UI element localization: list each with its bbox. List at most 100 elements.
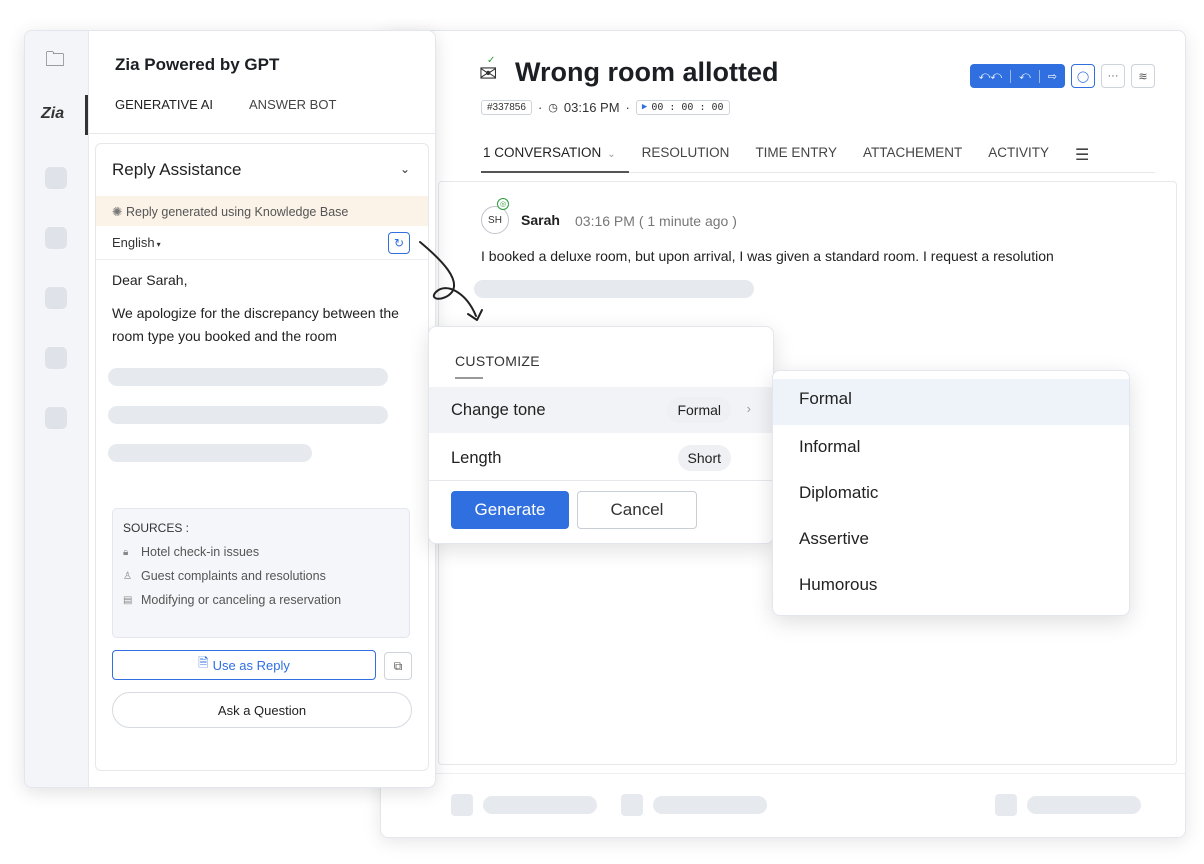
ticket-tabs: 1 CONVERSATION ⌄ RESOLUTION TIME ENTRY AT… xyxy=(481,137,1155,173)
panel-tabs: GENERATIVE AI ANSWER BOT xyxy=(115,97,336,126)
tab-resolution[interactable]: RESOLUTION xyxy=(629,137,743,173)
generate-button[interactable]: Generate xyxy=(451,491,569,529)
meta-separator: · xyxy=(625,99,630,115)
folder-settings-icon[interactable]: 🗀 xyxy=(45,45,65,79)
ticket-id: #337856 xyxy=(481,99,532,115)
source-label: Hotel check-in issues xyxy=(141,545,260,559)
footer-placeholder-icon xyxy=(621,794,643,816)
tab-conversation[interactable]: 1 CONVERSATION ⌄ xyxy=(481,137,629,173)
sources-box: SOURCES : 🔒︎ Hotel check-in issues ♙ Gue… xyxy=(112,508,410,638)
tab-attachment[interactable]: ATTACHEMENT xyxy=(850,137,975,173)
use-as-reply-label: Use as Reply xyxy=(212,657,290,673)
copy-icon[interactable]: ⧉ xyxy=(384,652,412,680)
reply-body: We apologize for the discrepancy between… xyxy=(112,305,399,344)
document-icon: 🗎 xyxy=(198,655,209,670)
tab-conversation-label: 1 CONVERSATION xyxy=(483,145,602,160)
chevron-right-icon: › xyxy=(746,401,751,416)
footer-placeholder xyxy=(653,796,767,814)
play-icon[interactable]: ▶ xyxy=(642,102,647,112)
calendar-icon: ▤ xyxy=(123,594,133,606)
ticket-title: Wrong room allotted xyxy=(515,57,779,87)
tab-generative-ai[interactable]: GENERATIVE AI xyxy=(115,97,213,126)
message-text: I booked a deluxe room, but upon arrival… xyxy=(481,248,1054,264)
lock-icon: 🔒︎ xyxy=(123,546,129,558)
customize-title: CUSTOMIZE xyxy=(455,353,540,369)
change-tone-label: Change tone xyxy=(451,401,546,419)
user-icon: ♙ xyxy=(123,570,132,582)
avatar: SH xyxy=(481,206,509,234)
length-label: Length xyxy=(451,449,502,467)
message-placeholder xyxy=(474,280,754,298)
chevron-down-icon[interactable]: ⌄ xyxy=(400,162,410,176)
sources-title: SOURCES : xyxy=(123,521,190,535)
source-item[interactable]: ▤ Modifying or canceling a reservation xyxy=(123,593,399,607)
timer-value: 00 : 00 : 00 xyxy=(651,101,724,113)
ticket-meta: #337856 · ◷ 03:16 PM · ▶ 00 : 00 : 00 xyxy=(481,97,730,117)
rail-active-marker xyxy=(85,95,88,135)
reply-all-icon[interactable]: ⤺⤺ xyxy=(970,69,1012,83)
reply-greeting: Dear Sarah, xyxy=(112,272,188,288)
source-item[interactable]: ♙ Guest complaints and resolutions xyxy=(123,569,399,583)
cancel-button[interactable]: Cancel xyxy=(577,491,697,529)
rail-placeholder-icon[interactable] xyxy=(45,167,67,189)
rail-placeholder-icon[interactable] xyxy=(45,227,67,249)
length-value-chip: Short xyxy=(677,445,731,471)
footer-placeholder xyxy=(483,796,597,814)
customer-badge-icon: ◎ xyxy=(497,198,509,210)
zia-icon[interactable]: Zia xyxy=(41,105,64,123)
refresh-icon[interactable]: ↻ xyxy=(388,232,410,254)
kb-banner: ✺ Reply generated using Knowledge Base xyxy=(96,196,428,226)
rail-placeholder-icon[interactable] xyxy=(45,287,67,309)
change-tone-row[interactable]: Change tone Formal › xyxy=(429,387,773,433)
tone-dropdown: Formal Informal Diplomatic Assertive Hum… xyxy=(772,370,1130,616)
more-icon[interactable]: ··· xyxy=(1101,64,1125,88)
tab-activity[interactable]: ACTIVITY xyxy=(975,137,1062,173)
tone-option-assertive[interactable]: Assertive xyxy=(773,519,1129,565)
tabs-menu-icon[interactable]: ☰ xyxy=(1062,137,1102,173)
layers-icon[interactable]: ≋ xyxy=(1131,64,1155,88)
rail-placeholder-icon[interactable] xyxy=(45,407,67,429)
language-select[interactable]: English ▾ xyxy=(112,235,161,250)
tone-option-informal[interactable]: Informal xyxy=(773,427,1129,473)
ticket-timer[interactable]: ▶ 00 : 00 : 00 xyxy=(635,99,730,115)
customize-popup: CUSTOMIZE Change tone Formal › Length Sh… xyxy=(428,326,774,544)
zia-panel: 🗀 Zia Zia Powered by GPT GENERATIVE AI A… xyxy=(24,30,436,788)
forward-icon[interactable]: ⇨ xyxy=(1040,70,1065,83)
chevron-down-icon: ⌄ xyxy=(607,149,616,160)
reply-assistance-card: Reply Assistance ⌄ ✺ Reply generated usi… xyxy=(95,143,429,771)
reply-placeholder xyxy=(108,444,312,462)
footer-bar xyxy=(381,773,1185,837)
tab-time-entry[interactable]: TIME ENTRY xyxy=(742,137,850,173)
footer-placeholder-icon xyxy=(451,794,473,816)
comment-icon[interactable]: ◯ xyxy=(1071,64,1095,88)
length-row[interactable]: Length Short xyxy=(429,435,773,481)
source-item[interactable]: 🔒︎ Hotel check-in issues xyxy=(123,545,399,559)
ask-question-button[interactable]: Ask a Question xyxy=(112,692,412,728)
side-rail: 🗀 Zia xyxy=(25,31,89,787)
panel-title: Zia Powered by GPT xyxy=(115,55,280,74)
ticket-actions: ⤺⤺ ⤺ ⇨ ◯ ··· ≋ xyxy=(970,64,1155,88)
envelope-check-icon: ✉ ✓ xyxy=(479,55,498,86)
tone-option-formal[interactable]: Formal xyxy=(773,379,1129,425)
tab-answer-bot[interactable]: ANSWER BOT xyxy=(249,97,336,126)
rail-placeholder-icon[interactable] xyxy=(45,347,67,369)
use-as-reply-button[interactable]: 🗎 Use as Reply xyxy=(112,650,376,680)
sent-time: 03:16 PM ( 1 minute ago ) xyxy=(575,213,737,229)
source-label: Modifying or canceling a reservation xyxy=(141,593,342,607)
meta-separator: · xyxy=(537,99,543,115)
language-row: English ▾ ↻ xyxy=(96,226,428,260)
reply-actions-group: ⤺⤺ ⤺ ⇨ xyxy=(970,64,1065,88)
footer-placeholder-icon xyxy=(995,794,1017,816)
clock-icon: ◷ xyxy=(548,101,558,114)
customize-underline xyxy=(455,377,483,379)
reply-icon[interactable]: ⤺ xyxy=(1011,69,1040,83)
reply-assistance-title: Reply Assistance xyxy=(112,160,242,179)
tone-option-humorous[interactable]: Humorous xyxy=(773,565,1129,611)
curved-arrow-icon xyxy=(419,241,483,321)
lightbulb-icon: ✺ xyxy=(112,205,123,219)
tone-option-diplomatic[interactable]: Diplomatic xyxy=(773,473,1129,519)
source-label: Guest complaints and resolutions xyxy=(141,569,326,583)
chevron-down-icon: ▾ xyxy=(156,240,161,249)
reply-placeholder xyxy=(108,406,388,424)
language-value: English xyxy=(112,235,155,250)
